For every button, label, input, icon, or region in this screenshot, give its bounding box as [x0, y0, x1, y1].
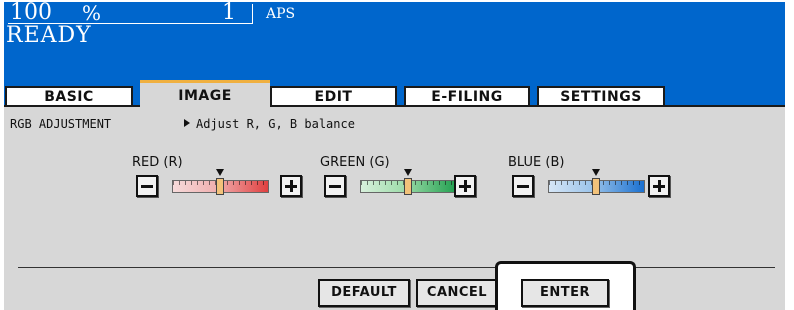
divider — [18, 267, 775, 268]
enter-button[interactable]: ENTER — [521, 279, 609, 307]
zoom-value: 100 — [10, 0, 52, 25]
green-pointer-icon — [404, 169, 412, 176]
paper-size: APS — [266, 6, 296, 22]
play-arrow-icon — [184, 119, 190, 127]
red-slider-handle[interactable] — [216, 178, 224, 195]
plus-icon — [463, 180, 467, 192]
tab-edit[interactable]: EDIT — [270, 86, 397, 106]
green-increase-button[interactable] — [454, 175, 476, 197]
red-slider-label: RED (R) — [132, 155, 183, 170]
blue-increase-button[interactable] — [648, 175, 670, 197]
screen-title: RGB ADJUSTMENT — [10, 117, 112, 131]
minus-icon — [517, 184, 529, 188]
plus-icon — [657, 180, 661, 192]
zoom-unit: % — [82, 1, 102, 25]
tab-baseline — [4, 105, 140, 107]
red-decrease-button[interactable] — [136, 175, 158, 197]
red-pointer-icon — [216, 169, 224, 176]
blue-pointer-icon — [592, 169, 600, 176]
red-increase-button[interactable] — [280, 175, 302, 197]
plus-icon — [289, 180, 293, 192]
minus-icon — [141, 184, 153, 188]
green-decrease-button[interactable] — [324, 175, 346, 197]
tab-baseline — [270, 105, 785, 107]
tab-image[interactable]: IMAGE — [140, 80, 270, 110]
screen-description: Adjust R, G, B balance — [196, 117, 355, 131]
tab-e-filing[interactable]: E-FILING — [404, 86, 530, 106]
status-divider-vertical — [252, 4, 253, 24]
blue-slider-label: BLUE (B) — [508, 155, 565, 170]
minus-icon — [329, 184, 341, 188]
blue-slider-handle[interactable] — [592, 178, 600, 195]
blue-decrease-button[interactable] — [512, 175, 534, 197]
green-slider-handle[interactable] — [404, 178, 412, 195]
tab-basic[interactable]: BASIC — [5, 86, 133, 106]
green-slider-label: GREEN (G) — [320, 155, 390, 170]
tab-settings[interactable]: SETTINGS — [537, 86, 665, 106]
copies-count: 1 — [222, 0, 236, 25]
default-button[interactable]: DEFAULT — [318, 279, 410, 307]
cancel-button[interactable]: CANCEL — [416, 279, 498, 307]
content-panel: RGB ADJUSTMENT Adjust R, G, B balance RE… — [4, 107, 785, 310]
status-message: READY — [6, 23, 92, 48]
